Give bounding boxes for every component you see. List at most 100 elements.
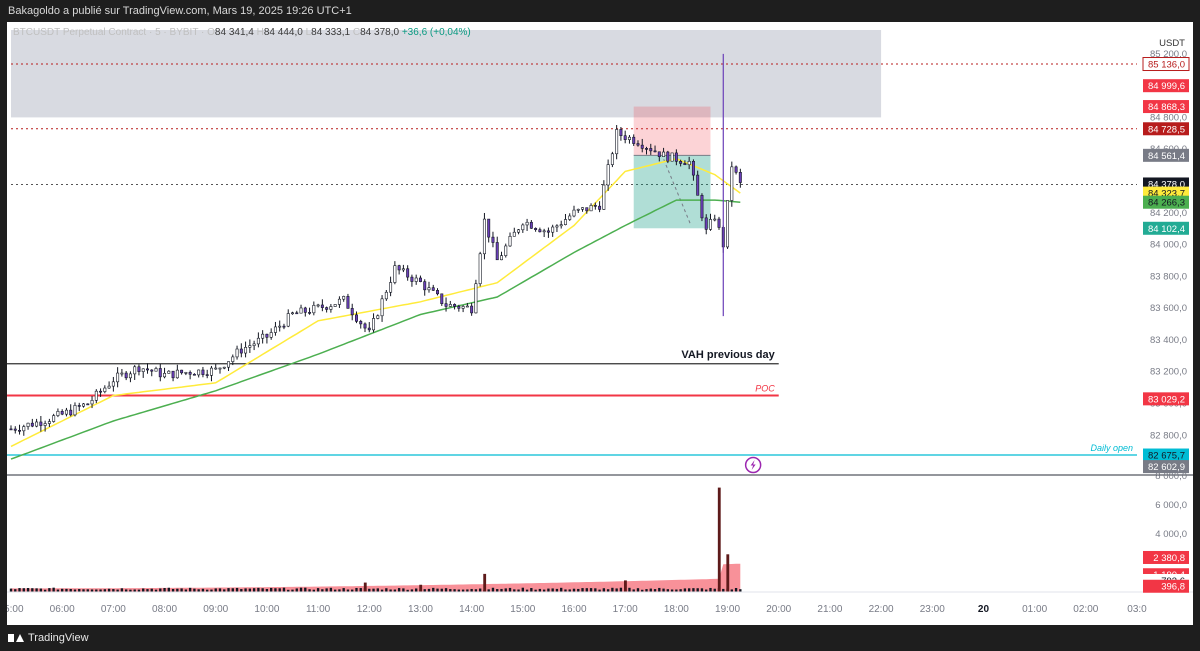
candle-body — [427, 287, 431, 291]
price-label: USDT — [1159, 38, 1185, 49]
candle-body — [69, 409, 73, 416]
volume-bar — [560, 587, 563, 592]
candle-body — [640, 144, 644, 149]
candle-body — [111, 381, 115, 387]
x-tick-label: 21:00 — [817, 604, 842, 615]
candle-body — [465, 305, 469, 308]
candle-body — [188, 372, 192, 375]
candle-body — [700, 194, 704, 219]
candle-body — [521, 224, 525, 231]
candle-body — [602, 184, 606, 210]
candle-body — [163, 373, 167, 378]
candle-body — [410, 276, 414, 282]
volume-bar — [508, 587, 512, 592]
volume-bar — [444, 588, 448, 592]
candle-body — [376, 315, 380, 319]
candle-body — [222, 366, 226, 369]
volume-bar — [159, 588, 162, 592]
volume-spike-bar — [483, 573, 487, 592]
candle-body — [282, 325, 286, 328]
volume-bar — [9, 588, 13, 592]
level-label-daily-open: Daily open — [1090, 443, 1133, 453]
candle-body — [252, 343, 256, 346]
candle-body — [337, 298, 341, 305]
candle-body — [679, 161, 683, 164]
candle-body — [86, 403, 90, 406]
volume-bar — [295, 588, 298, 592]
position-stop-zone[interactable] — [633, 106, 711, 156]
volume-bar — [611, 587, 614, 592]
volume-bar — [270, 587, 273, 592]
volume-bar — [163, 587, 166, 592]
candle-body — [133, 366, 137, 375]
candle-body — [363, 323, 367, 329]
candle-body — [563, 219, 567, 225]
candle-body — [248, 345, 252, 348]
candle-body — [64, 409, 68, 415]
supply-zone — [11, 30, 882, 118]
volume-spike-bar — [419, 584, 423, 592]
candle-body — [423, 281, 427, 291]
candle-body — [504, 245, 508, 256]
candle-body — [56, 411, 60, 416]
price-label: 83 029,2 — [1148, 394, 1185, 405]
volume-spike-bar — [624, 580, 627, 592]
candle-body — [444, 303, 448, 307]
volume-bar — [142, 588, 145, 592]
candle-body — [47, 421, 51, 424]
legend-open: 84 341,4 — [214, 27, 254, 38]
candle-body — [150, 369, 154, 372]
candle-body — [124, 372, 128, 379]
candle-body — [691, 161, 695, 176]
candle-body — [389, 282, 393, 293]
price-label: 84 266,3 — [1148, 198, 1185, 209]
candle-body — [291, 312, 294, 315]
volume-bar — [248, 588, 252, 592]
x-tick-label: 20:00 — [766, 604, 791, 615]
candle-body — [384, 291, 388, 300]
chart-canvas[interactable]: VAH previous day POC Daily open 05:00 06:00 0… — [7, 22, 1193, 625]
volume-bar — [167, 587, 170, 592]
volume-bar — [432, 587, 435, 592]
price-tick-label: 84 000,0 — [1150, 240, 1187, 251]
candle-body — [598, 205, 602, 210]
candle-body — [43, 423, 47, 426]
legend-symbol[interactable]: BTCUSDT Perpetual Contract · 5 · BYBIT — [13, 27, 198, 38]
candle-body — [35, 421, 39, 427]
volume-tick-label: 4 000,0 — [1155, 529, 1187, 540]
candle-body — [393, 265, 397, 283]
candle-body — [94, 390, 98, 401]
volume-spike-bar — [726, 554, 730, 592]
x-tick-label: 02:00 — [1073, 604, 1098, 615]
x-tick-label: 10:00 — [254, 604, 279, 615]
volume-bar — [359, 588, 362, 592]
candle-body — [470, 305, 474, 314]
legend-close: 84 378,0 — [360, 27, 400, 38]
volume-bar — [235, 587, 239, 592]
candle-body — [295, 312, 299, 315]
x-tick-label: 13:00 — [408, 604, 433, 615]
candle-body — [333, 304, 337, 307]
candle-body — [239, 348, 243, 354]
candle-body — [235, 348, 239, 358]
candle-body — [325, 307, 329, 310]
candle-body — [717, 218, 721, 228]
candle-body — [137, 366, 141, 372]
candle-body — [120, 372, 124, 375]
footer-brand[interactable]: TradingView — [28, 625, 89, 651]
candle-body — [730, 166, 734, 201]
volume-bar — [649, 588, 652, 592]
candle-body — [401, 268, 405, 271]
candle-body — [683, 163, 687, 166]
candle-body — [576, 208, 580, 211]
volume-bar — [274, 588, 277, 592]
chart-frame[interactable]: VAH previous day POC Daily open 05:00 06:00 0… — [7, 22, 1193, 625]
price-label: 82 675,7 — [1148, 451, 1185, 462]
candle-body — [734, 166, 738, 173]
candle-body — [414, 277, 418, 282]
volume-bar — [585, 588, 588, 592]
volume-bar — [504, 588, 507, 592]
candle-body — [171, 370, 175, 379]
volume-bar — [316, 588, 320, 592]
price-tick-label: 82 800,0 — [1150, 430, 1187, 441]
